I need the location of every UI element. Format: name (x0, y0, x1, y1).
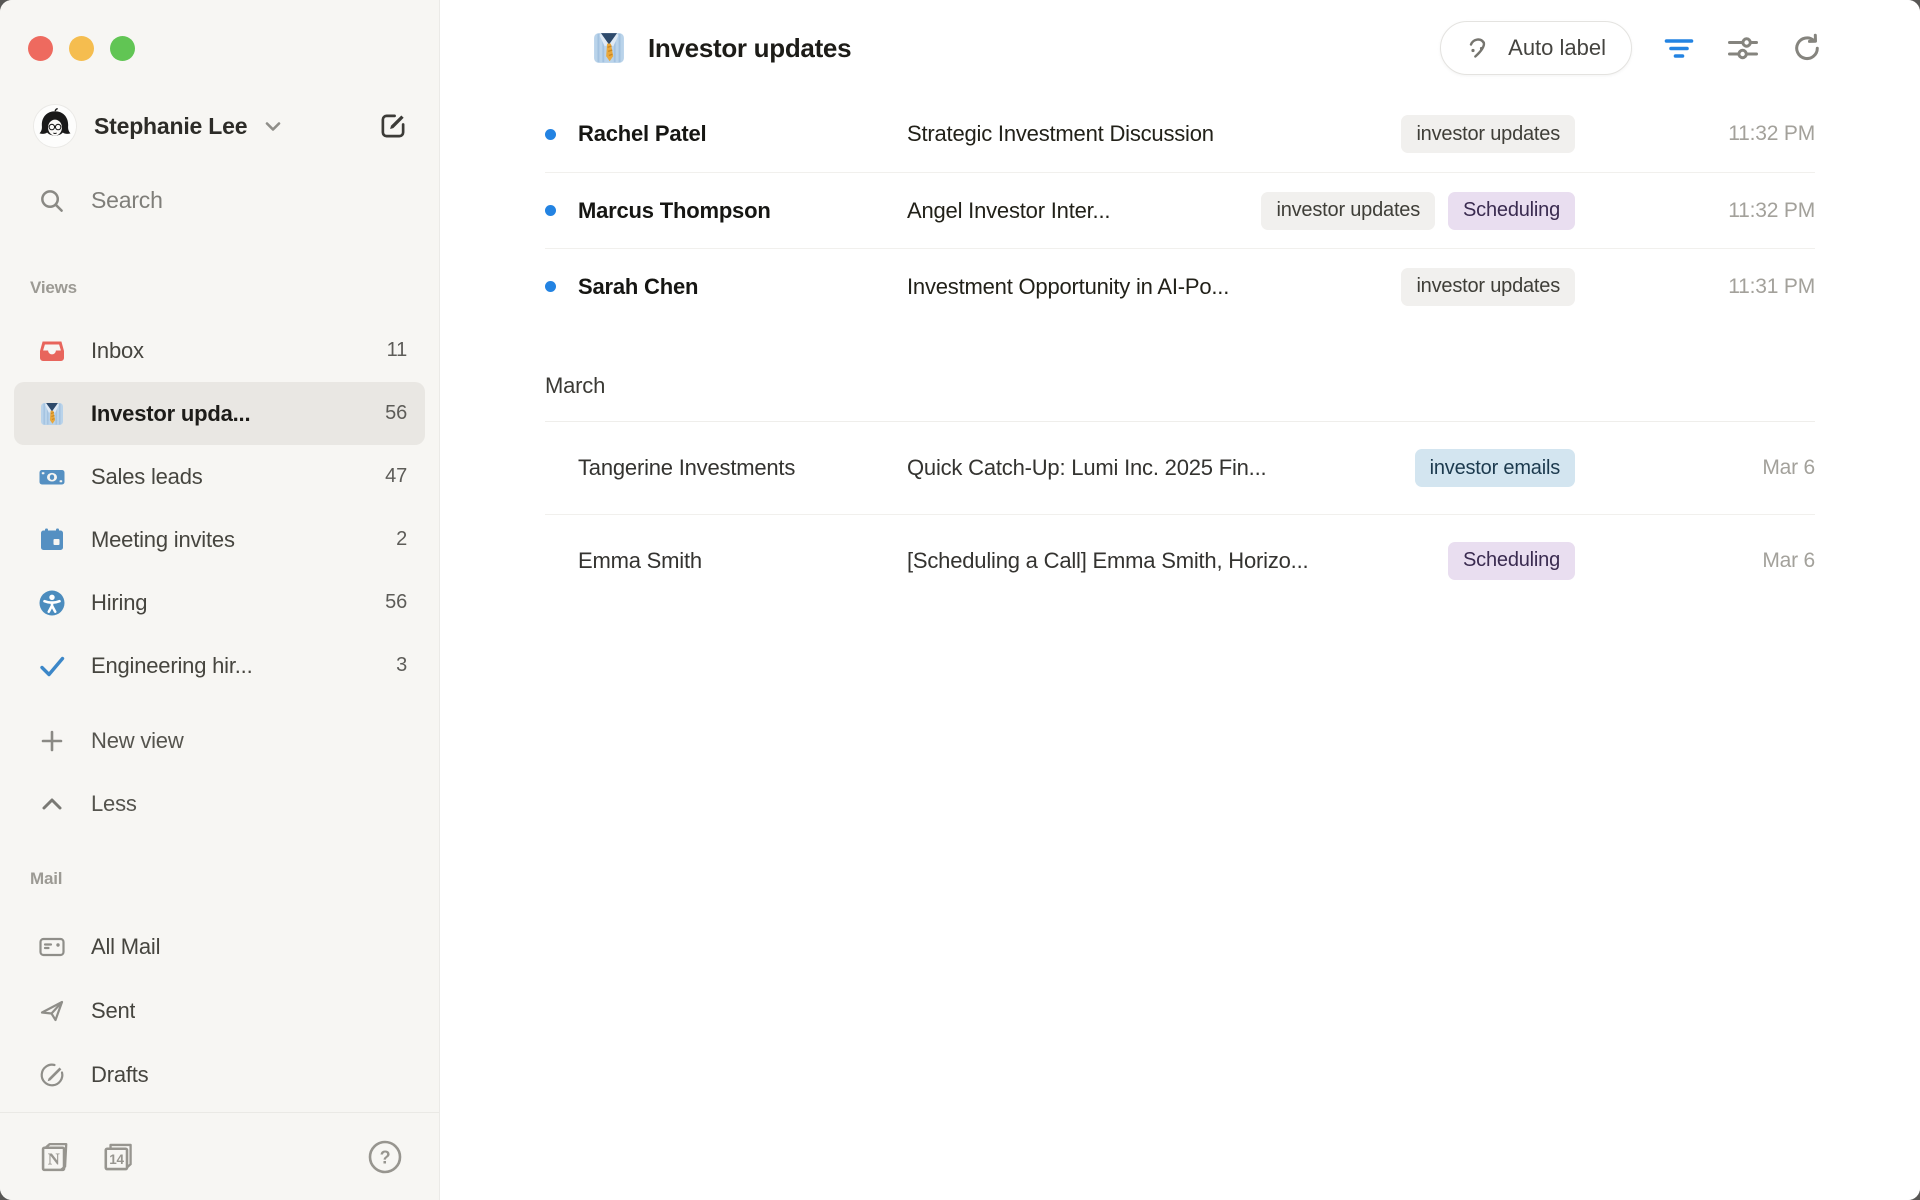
sidebar-item-hiring[interactable]: Hiring 56 (14, 571, 425, 634)
email-row[interactable]: Tangerine Investments Quick Catch-Up: Lu… (545, 422, 1815, 514)
plus-icon (38, 727, 66, 755)
svg-text:14: 14 (109, 1152, 124, 1167)
sent-icon (38, 997, 66, 1025)
mail-nav: All Mail Sent Drafts (0, 915, 439, 1107)
sidebar-item-investor-upda[interactable]: Investor upda... 56 (14, 382, 425, 445)
necktie-icon (38, 400, 66, 428)
mail-section-label: Mail (30, 869, 439, 889)
window-controls (0, 0, 439, 61)
svg-text:?: ? (380, 1147, 391, 1167)
notion-icon[interactable]: N (36, 1139, 72, 1175)
email-tags: investor updates Scheduling (1261, 192, 1575, 230)
zoom-window-button[interactable] (110, 36, 135, 61)
email-time: Mar 6 (1575, 549, 1815, 573)
label-tag-investor-updates[interactable]: investor updates (1401, 268, 1575, 306)
auto-label-button[interactable]: Auto label (1440, 21, 1632, 75)
account-switcher[interactable]: Stephanie Lee (34, 104, 409, 148)
unread-dot (545, 129, 556, 140)
sidebar-item-all-mail[interactable]: All Mail (14, 915, 425, 979)
email-time: 11:31 PM (1575, 275, 1815, 299)
sidebar-item-less[interactable]: Less (14, 772, 425, 835)
display-settings-icon[interactable] (1726, 31, 1760, 65)
person-circle-icon (38, 589, 66, 617)
email-time: 11:32 PM (1575, 199, 1815, 223)
avatar (34, 105, 76, 147)
unread-dot (545, 205, 556, 216)
email-row[interactable]: Sarah Chen Investment Opportunity in AI-… (545, 248, 1815, 324)
list-section-label: March (545, 372, 1815, 400)
email-subject: Strategic Investment Discussion (907, 121, 1377, 147)
label-tag-scheduling[interactable]: Scheduling (1448, 542, 1575, 580)
sidebar-footer: N 14 ? (0, 1112, 439, 1200)
email-row[interactable]: Marcus Thompson Angel Investor Inter... … (545, 172, 1815, 248)
email-sender: Emma Smith (578, 548, 907, 574)
sidebar-item-new-view[interactable]: New view (14, 709, 425, 772)
email-list: Rachel Patel Strategic Investment Discus… (440, 96, 1920, 606)
chevron-down-icon (261, 114, 285, 138)
header-actions: Auto label (1440, 21, 1824, 75)
list-section-header: March (545, 324, 1815, 422)
sidebar-item-engineering-hir[interactable]: Engineering hir... 3 (14, 634, 425, 697)
email-tags: investor emails (1415, 449, 1575, 487)
search-icon (38, 187, 65, 214)
account-name: Stephanie Lee (94, 113, 247, 140)
auto-label-label: Auto label (1508, 35, 1606, 61)
main-panel: Investor updates Auto label (440, 0, 1920, 1200)
view-header: Investor updates Auto label (440, 0, 1920, 96)
refresh-icon[interactable] (1790, 31, 1824, 65)
necktie-icon (590, 29, 628, 67)
sidebar-item-drafts[interactable]: Drafts (14, 1043, 425, 1107)
all-mail-icon (38, 933, 66, 961)
sidebar-item-sales-leads[interactable]: Sales leads 47 (14, 445, 425, 508)
compose-button[interactable] (377, 110, 409, 142)
email-sender: Rachel Patel (578, 121, 907, 147)
search-button[interactable]: Search (38, 185, 411, 215)
filter-icon[interactable] (1662, 31, 1696, 65)
help-icon[interactable]: ? (367, 1139, 403, 1175)
banknote-icon (38, 463, 66, 491)
checkmark-icon (38, 652, 66, 680)
sidebar-item-inbox[interactable]: Inbox 11 (14, 319, 425, 382)
email-subject: Angel Investor Inter... (907, 198, 1237, 224)
email-sender: Sarah Chen (578, 274, 907, 300)
email-row[interactable]: Rachel Patel Strategic Investment Discus… (545, 96, 1815, 172)
email-subject: [Scheduling a Call] Emma Smith, Horizo..… (907, 548, 1424, 574)
search-label: Search (91, 187, 163, 214)
label-tag-investor-emails[interactable]: investor emails (1415, 449, 1575, 487)
sidebar-item-meeting-invites[interactable]: Meeting invites 2 (14, 508, 425, 571)
calendar-14-icon[interactable]: 14 (100, 1139, 136, 1175)
unread-dot (545, 281, 556, 292)
email-tags: investor updates (1401, 268, 1575, 306)
drafts-icon (38, 1061, 66, 1089)
close-window-button[interactable] (28, 36, 53, 61)
email-time: Mar 6 (1575, 456, 1815, 480)
email-time: 11:32 PM (1575, 122, 1815, 146)
email-subject: Investment Opportunity in AI-Po... (907, 274, 1377, 300)
email-sender: Tangerine Investments (578, 455, 907, 481)
email-sender: Marcus Thompson (578, 198, 907, 224)
calendar-icon (38, 526, 66, 554)
auto-label-icon (1466, 34, 1494, 62)
inbox-icon (38, 337, 66, 365)
chevron-up-icon (38, 790, 66, 818)
label-tag-investor-updates[interactable]: investor updates (1401, 115, 1575, 153)
sidebar: Stephanie Lee Search Views Inbox 11 Inve… (0, 0, 440, 1200)
label-tag-scheduling[interactable]: Scheduling (1448, 192, 1575, 230)
email-tags: Scheduling (1448, 542, 1575, 580)
email-subject: Quick Catch-Up: Lumi Inc. 2025 Fin... (907, 455, 1391, 481)
minimize-window-button[interactable] (69, 36, 94, 61)
label-tag-investor-updates[interactable]: investor updates (1261, 192, 1435, 230)
views-section-label: Views (30, 278, 439, 298)
views-nav: Inbox 11 Investor upda... 56 Sales leads… (0, 319, 439, 835)
app-window: Stephanie Lee Search Views Inbox 11 Inve… (0, 0, 1920, 1200)
email-tags: investor updates (1401, 115, 1575, 153)
sidebar-item-sent[interactable]: Sent (14, 979, 425, 1043)
email-row[interactable]: Emma Smith [Scheduling a Call] Emma Smit… (545, 514, 1815, 606)
view-title: Investor updates (648, 33, 851, 64)
svg-text:N: N (48, 1149, 60, 1168)
